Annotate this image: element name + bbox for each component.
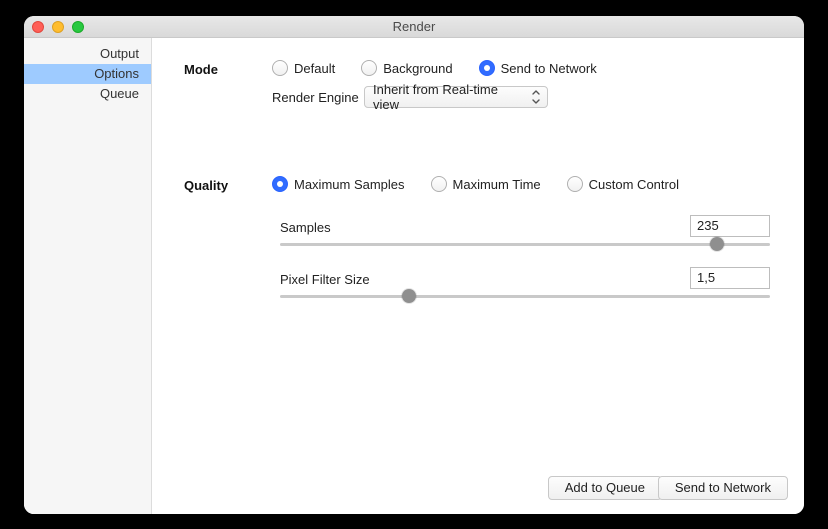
sidebar-item-options[interactable]: Options: [24, 64, 151, 84]
zoom-icon[interactable]: [72, 21, 84, 33]
quality-section-label: Quality: [184, 178, 228, 193]
render-window: Render Output Options Queue Mode Default…: [24, 16, 804, 514]
mode-radio-send-to-network[interactable]: Send to Network: [479, 60, 597, 76]
mode-radio-group: Default Background Send to Network: [272, 60, 597, 76]
samples-label: Samples: [280, 220, 331, 235]
pixel-filter-slider[interactable]: [280, 288, 770, 304]
chevron-down-icon: [531, 90, 541, 104]
mode-radio-background[interactable]: Background: [361, 60, 452, 76]
add-to-queue-button[interactable]: Add to Queue: [548, 476, 662, 500]
minimize-icon[interactable]: [52, 21, 64, 33]
radio-label: Default: [294, 61, 335, 76]
radio-icon: [272, 176, 288, 192]
content-pane: Mode Default Background Send to Network …: [152, 38, 804, 514]
slider-track: [280, 243, 770, 246]
radio-label: Maximum Samples: [294, 177, 405, 192]
radio-icon: [361, 60, 377, 76]
pixel-filter-label: Pixel Filter Size: [280, 272, 370, 287]
radio-label: Send to Network: [501, 61, 597, 76]
slider-thumb[interactable]: [710, 237, 724, 251]
slider-track: [280, 295, 770, 298]
quality-radio-max-samples[interactable]: Maximum Samples: [272, 176, 405, 192]
quality-radio-custom-control[interactable]: Custom Control: [567, 176, 679, 192]
radio-icon: [479, 60, 495, 76]
titlebar: Render: [24, 16, 804, 38]
samples-input[interactable]: 235: [690, 215, 770, 237]
mode-radio-default[interactable]: Default: [272, 60, 335, 76]
quality-radio-max-time[interactable]: Maximum Time: [431, 176, 541, 192]
select-value: Inherit from Real-time view: [373, 82, 525, 112]
render-engine-select[interactable]: Inherit from Real-time view: [364, 86, 548, 108]
quality-radio-group: Maximum Samples Maximum Time Custom Cont…: [272, 176, 679, 192]
send-to-network-button[interactable]: Send to Network: [658, 476, 788, 500]
radio-label: Background: [383, 61, 452, 76]
radio-label: Custom Control: [589, 177, 679, 192]
radio-icon: [567, 176, 583, 192]
window-title: Render: [24, 19, 804, 34]
close-icon[interactable]: [32, 21, 44, 33]
mode-section-label: Mode: [184, 62, 218, 77]
radio-label: Maximum Time: [453, 177, 541, 192]
window-controls: [32, 21, 84, 33]
pixel-filter-input[interactable]: 1,5: [690, 267, 770, 289]
sidebar-item-queue[interactable]: Queue: [24, 84, 151, 104]
samples-slider[interactable]: [280, 236, 770, 252]
radio-icon: [272, 60, 288, 76]
render-engine-label: Render Engine: [272, 90, 359, 105]
radio-icon: [431, 176, 447, 192]
window-body: Output Options Queue Mode Default Backgr…: [24, 38, 804, 514]
sidebar-item-output[interactable]: Output: [24, 44, 151, 64]
slider-thumb[interactable]: [402, 289, 416, 303]
sidebar: Output Options Queue: [24, 38, 152, 514]
